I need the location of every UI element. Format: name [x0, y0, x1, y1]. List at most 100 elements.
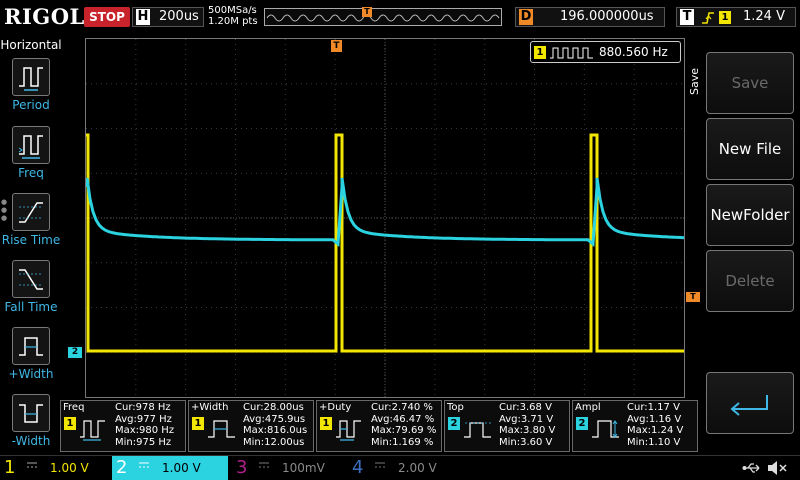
new-folder-button[interactable]: NewFolder [706, 184, 794, 246]
measure-freq-item[interactable]: Freq [0, 126, 62, 188]
run-stop-button[interactable]: STOP [84, 7, 130, 27]
stat-min: Min:975 Hz [115, 436, 172, 448]
channel-4-tab[interactable]: 4 2.00 V [348, 456, 460, 480]
top-level-icon [464, 422, 491, 438]
channel-4-scale: 2.00 V [398, 461, 437, 475]
trigger-source-badge: 1 [719, 11, 731, 24]
fall-time-icon [12, 260, 50, 298]
measure-negative-width-item[interactable]: -Width [0, 394, 62, 456]
dc-coupling-icon [139, 462, 149, 468]
top-status-bar: RIGOL STOP H 200us 500MSa/s 1.20M pts T … [0, 0, 800, 36]
trigger-label: T [680, 9, 694, 25]
frequency-counter-value: 880.560 Hz [599, 45, 668, 59]
measure-freq-label: Freq [18, 166, 44, 180]
trigger-time-marker[interactable]: T [331, 40, 342, 52]
measure-positive-width-label: +Width [8, 367, 54, 381]
stat-min: Min:3.60 V [499, 436, 553, 448]
channel-2-number: 2 [116, 457, 128, 478]
positive-width-icon [12, 327, 50, 365]
stat-avg: Avg:475.9us [243, 413, 306, 425]
measure-rise-time-label: Rise Time [1, 233, 61, 247]
trigger-readout[interactable]: T 1 1.24 V [676, 7, 796, 27]
measure-period-item[interactable]: Period [0, 58, 62, 120]
channel-1-tab[interactable]: 1 1.00 V [0, 456, 110, 480]
channel-2-tab[interactable]: 2 1.00 V [112, 456, 228, 480]
positive-width-icon [208, 420, 235, 438]
stat-cur: Cur:1.17 V [627, 402, 680, 413]
measurement-stats: Cur:3.68 V Avg:3.71 V Max:3.80 V Min:3.6… [499, 402, 555, 448]
save-button[interactable]: Save [706, 52, 794, 114]
stat-max: Max:816.0us [243, 425, 308, 436]
measure-positive-width-item[interactable]: +Width [0, 327, 62, 389]
measure-fall-time-item[interactable]: Fall Time [0, 260, 62, 322]
stat-cur: Cur:978 Hz [115, 402, 171, 413]
delay-readout[interactable]: D 196.000000us [515, 7, 665, 27]
enter-arrow-icon [730, 395, 768, 416]
measurement-stats: Cur:978 Hz Avg:977 Hz Max:980 Hz Min:975… [115, 402, 174, 448]
measurement-positive-duty[interactable]: +Duty 1 Cur:2.740 % Avg:46.47 % Max:79.6… [316, 400, 442, 452]
measurement-stats: Cur:28.00us Avg:475.9us Max:816.0us Min:… [243, 402, 307, 448]
trigger-level-marker[interactable]: T [686, 292, 700, 302]
waveform-area [86, 39, 684, 397]
stat-avg: Avg:977 Hz [115, 413, 172, 425]
timebase-label: H [136, 9, 150, 25]
measurement-source-badge: 2 [448, 417, 460, 430]
measurement-amplitude[interactable]: Ampl 2 Cur:1.17 V Avg:1.16 V Max:1.24 V … [572, 400, 698, 452]
timebase-value: 200us [159, 9, 199, 24]
ch2-offset-marker[interactable]: 2 [68, 347, 82, 358]
delay-label: D [519, 9, 533, 25]
new-file-button[interactable]: New File [706, 118, 794, 180]
measurement-positive-width[interactable]: +Width 1 Cur:28.00us Avg:475.9us Max:816… [188, 400, 314, 452]
rise-time-icon [12, 193, 50, 231]
channel-3-tab[interactable]: 3 100mV [232, 456, 344, 480]
rigol-logo: RIGOL [4, 4, 85, 29]
frequency-counter-source: 1 [534, 46, 546, 59]
stat-max: Max:1.24 V [627, 425, 684, 436]
enter-button[interactable] [706, 372, 794, 434]
sample-rate-readout: 500MSa/s 1.20M pts [208, 5, 258, 27]
trigger-level-value: 1.24 V [743, 9, 785, 24]
stat-cur: Cur:28.00us [243, 402, 304, 413]
dc-coupling-icon [259, 462, 269, 468]
channel-1-scale: 1.00 V [50, 461, 89, 475]
measurement-title: Ampl [575, 402, 601, 413]
measure-category-title: Horizontal [0, 38, 62, 52]
stat-min: Min:12.00us [243, 436, 305, 448]
channel-1-number: 1 [4, 457, 16, 478]
dc-coupling-icon [375, 462, 385, 468]
frequency-counter: 1 880.560 Hz [530, 41, 681, 63]
measurement-source-badge: 1 [320, 417, 332, 430]
negative-width-icon [12, 394, 50, 432]
timebase-readout[interactable]: H 200us [132, 7, 204, 27]
softkey-menu-title: Save [688, 67, 701, 95]
measure-fall-time-label: Fall Time [4, 300, 58, 314]
measurement-title: Freq [63, 402, 85, 413]
waveform-display-grid[interactable] [85, 38, 685, 398]
measure-rise-time-item[interactable]: Rise Time [0, 193, 62, 255]
memory-overview-wave [266, 14, 500, 22]
stat-min: Min:1.10 V [627, 436, 681, 448]
measurement-top[interactable]: Top 2 Cur:3.68 V Avg:3.71 V Max:3.80 V M… [444, 400, 570, 452]
sample-rate: 500MSa/s [208, 5, 257, 16]
channel-3-number: 3 [236, 457, 248, 478]
measure-negative-width-label: -Width [11, 434, 51, 448]
channel-2-scale: 1.00 V [162, 461, 201, 475]
stat-min: Min:1.169 % [371, 436, 434, 448]
measurement-title: +Duty [319, 402, 352, 413]
stat-avg: Avg:46.47 % [371, 413, 435, 425]
channel-4-number: 4 [352, 457, 364, 478]
delay-value: 196.000000us [560, 9, 654, 24]
measurement-freq[interactable]: Freq 1 Cur:978 Hz Avg:977 Hz Max:980 Hz … [60, 400, 186, 452]
measurement-source-badge: 2 [576, 417, 588, 430]
stat-max: Max:3.80 V [499, 425, 556, 436]
measurement-stats: Cur:1.17 V Avg:1.16 V Max:1.24 V Min:1.1… [627, 402, 683, 448]
stat-max: Max:980 Hz [115, 425, 175, 436]
stat-max: Max:79.69 % [371, 425, 437, 436]
freq-icon [80, 420, 105, 441]
delete-button[interactable]: Delete [706, 250, 794, 312]
memory-waveform-overview [264, 8, 502, 26]
measurement-title: +Width [191, 402, 229, 413]
usb-icon [742, 463, 760, 473]
amplitude-icon [592, 420, 619, 438]
speaker-muted-icon[interactable] [766, 459, 788, 477]
